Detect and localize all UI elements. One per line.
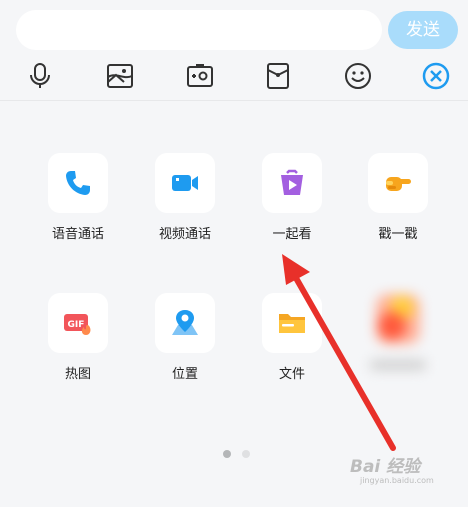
chat-input-bar: 发送 xyxy=(0,0,468,101)
gif-icon: GIF xyxy=(48,293,108,353)
video-camera-icon xyxy=(155,153,215,213)
file-tile[interactable]: 文件 xyxy=(247,293,337,403)
location-icon xyxy=(155,293,215,353)
tile-label: 热图 xyxy=(64,367,91,382)
emoji-icon[interactable] xyxy=(342,60,374,92)
video-call-tile[interactable]: 视频通话 xyxy=(140,153,230,263)
tile-label: 视频通话 xyxy=(158,227,211,242)
watch-together-icon xyxy=(262,153,322,213)
watermark-logo: Bai 经验 xyxy=(350,457,421,477)
send-button[interactable]: 发送 xyxy=(388,11,458,49)
watch-together-tile[interactable]: 一起看 xyxy=(247,153,337,263)
tile-label: 一起看 xyxy=(272,227,312,242)
poke-tile[interactable]: 戳一戳 xyxy=(353,153,443,263)
page-dot-active[interactable] xyxy=(223,450,231,458)
folder-icon xyxy=(262,293,322,353)
page-dot[interactable] xyxy=(242,450,250,458)
svg-text:GIF: GIF xyxy=(68,320,85,330)
blurred-app-tile xyxy=(368,290,430,380)
red-envelope-icon[interactable] xyxy=(262,60,294,92)
tile-label: 文件 xyxy=(278,367,305,382)
tile-label: 语音通话 xyxy=(51,227,104,242)
location-tile[interactable]: 位置 xyxy=(140,293,230,403)
camera-icon[interactable] xyxy=(184,60,216,92)
tile-label: 位置 xyxy=(171,367,198,382)
image-icon[interactable] xyxy=(104,60,136,92)
voice-call-tile[interactable]: 语音通话 xyxy=(33,153,123,263)
phone-icon xyxy=(48,153,108,213)
message-input[interactable] xyxy=(16,10,382,50)
tile-label: 戳一戳 xyxy=(378,227,418,242)
close-circle-icon[interactable] xyxy=(420,60,452,92)
watermark-url: jingyan.baidu.com xyxy=(360,476,434,485)
poke-hand-icon xyxy=(368,153,428,213)
microphone-icon[interactable] xyxy=(24,60,56,92)
hot-image-tile[interactable]: GIF 热图 xyxy=(33,293,123,403)
